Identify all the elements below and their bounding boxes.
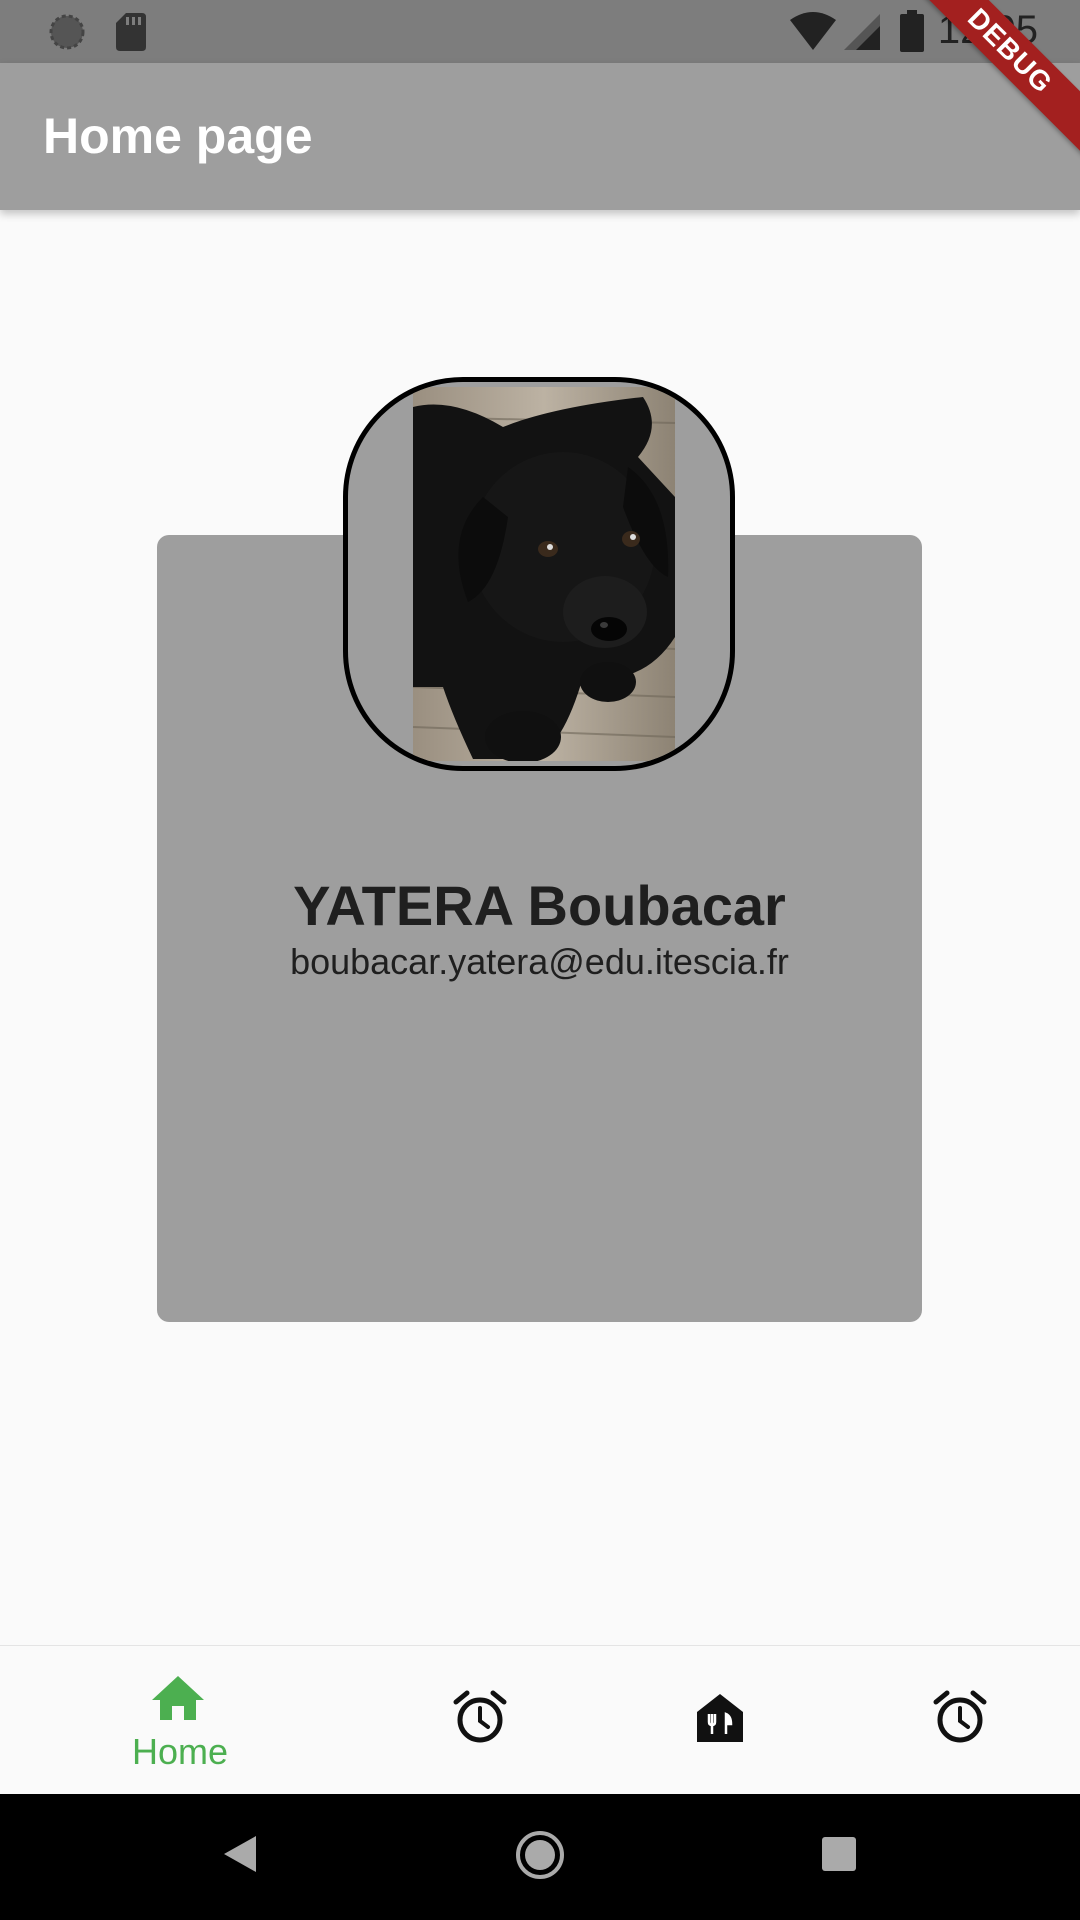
signal-icon — [844, 14, 880, 50]
nav-item-home[interactable]: Home — [0, 1646, 360, 1795]
nav-item-restaurant[interactable] — [600, 1646, 840, 1795]
alarm-icon — [453, 1690, 507, 1743]
recents-icon[interactable] — [822, 1837, 856, 1871]
back-icon[interactable] — [222, 1834, 258, 1874]
status-bar: 12:05 — [0, 0, 1080, 63]
sd-card-icon — [116, 13, 146, 51]
nav-label-home: Home — [131, 1731, 229, 1772]
black-puppy-photo — [413, 387, 675, 761]
screen: 12:05 Home page DEBUG — [0, 0, 1080, 1920]
avatar — [343, 377, 735, 771]
battery-icon — [900, 10, 924, 52]
home-circle-icon[interactable] — [514, 1829, 566, 1881]
nav-item-alarm-2[interactable] — [840, 1646, 1080, 1795]
home-icon — [152, 1676, 204, 1720]
loading-circle-icon — [49, 14, 85, 50]
user-email: boubacar.yatera@edu.itescia.fr — [290, 941, 789, 982]
app-bar: Home page — [0, 63, 1080, 210]
alarm-icon — [933, 1690, 987, 1743]
system-navigation-bar — [0, 1794, 1080, 1920]
bottom-navigation: Home — [0, 1645, 1080, 1794]
page-title: Home page — [43, 108, 313, 164]
nav-item-alarm-1[interactable] — [360, 1646, 600, 1795]
user-name: YATERA Boubacar — [293, 874, 786, 937]
restaurant-icon — [697, 1694, 743, 1742]
wifi-icon — [790, 12, 836, 50]
